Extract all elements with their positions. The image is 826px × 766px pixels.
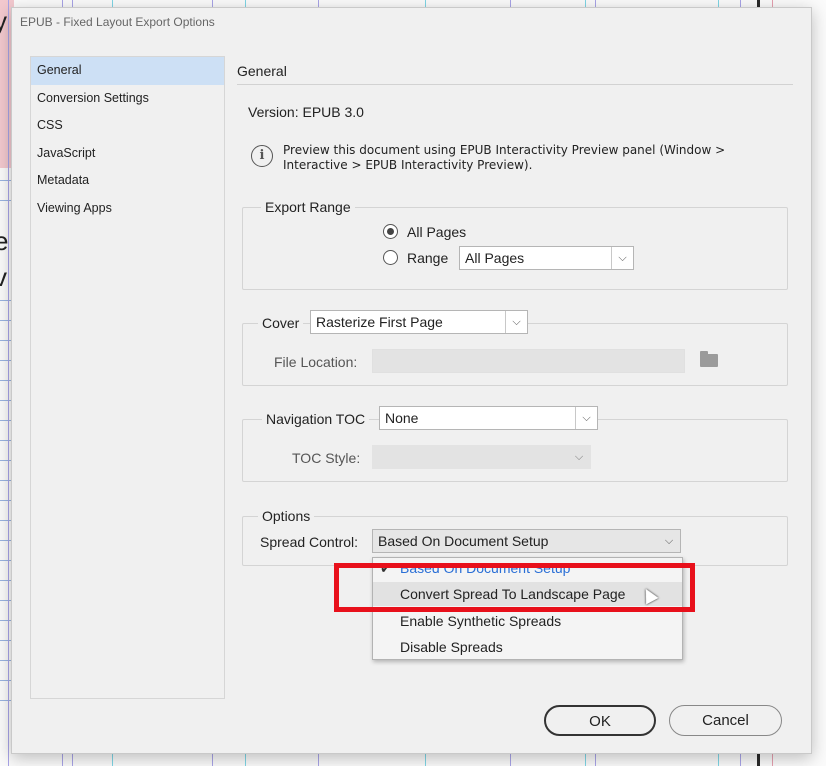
info-text: Preview this document using EPUB Interac… <box>283 143 726 172</box>
all-pages-label: All Pages <box>407 224 467 240</box>
dropdown-item-disable-spreads[interactable]: Disable Spreads <box>373 635 682 659</box>
info-icon: i <box>251 145 273 167</box>
spread-control-select-value: Based On Document Setup <box>378 533 549 549</box>
file-location-label: File Location: <box>274 354 358 370</box>
cover-select[interactable]: Rasterize First Page ⌵ <box>310 310 528 334</box>
window-title: EPUB - Fixed Layout Export Options <box>20 15 215 29</box>
toc-style-label: TOC Style: <box>292 450 361 466</box>
divider <box>237 84 793 85</box>
folder-icon <box>700 351 718 367</box>
background-text: y <box>0 6 7 36</box>
chevron-down-icon: ⌵ <box>505 311 527 333</box>
section-title: General <box>237 63 287 79</box>
cover-label: Cover <box>258 315 304 331</box>
chevron-down-icon: ⌵ <box>611 247 633 269</box>
dropdown-item-label: Enable Synthetic Spreads <box>400 613 562 629</box>
version-text: Version: EPUB 3.0 <box>248 104 364 120</box>
dropdown-item-label: Disable Spreads <box>400 639 503 655</box>
sidebar-item-viewing-apps[interactable]: Viewing Apps <box>31 195 224 223</box>
sidebar-item-conversion-settings[interactable]: Conversion Settings <box>31 85 224 113</box>
cancel-button[interactable]: Cancel <box>669 705 782 736</box>
spread-control-select[interactable]: Based On Document Setup ⌵ <box>372 529 681 553</box>
navigation-toc-select[interactable]: None ⌵ <box>379 406 598 430</box>
toc-style-select: ⌵ <box>372 445 591 469</box>
spread-control-label: Spread Control: <box>260 534 359 550</box>
range-label: Range <box>407 250 449 266</box>
ok-button[interactable]: OK <box>544 705 656 736</box>
sidebar: General Conversion Settings CSS JavaScri… <box>30 56 225 699</box>
dropdown-item-enable-synthetic-spreads[interactable]: Enable Synthetic Spreads <box>373 609 682 633</box>
range-radio[interactable] <box>383 250 398 265</box>
sidebar-item-metadata[interactable]: Metadata <box>31 167 224 195</box>
sidebar-item-javascript[interactable]: JavaScript <box>31 140 224 168</box>
chevron-down-icon: ⌵ <box>575 407 597 429</box>
chevron-down-icon: ⌵ <box>574 451 584 463</box>
guide-line <box>8 0 9 766</box>
range-select-value: All Pages <box>465 250 525 266</box>
export-options-dialog: EPUB - Fixed Layout Export Options Gener… <box>11 7 812 754</box>
navigation-toc-select-value: None <box>385 410 419 426</box>
options-label: Options <box>258 508 315 524</box>
title-bar[interactable]: EPUB - Fixed Layout Export Options <box>12 8 811 38</box>
highlight-annotation-box <box>334 563 695 612</box>
chevron-down-icon: ⌵ <box>664 535 674 547</box>
cover-select-value: Rasterize First Page <box>316 314 443 330</box>
range-select[interactable]: All Pages ⌵ <box>459 246 634 270</box>
export-range-label: Export Range <box>261 199 355 215</box>
all-pages-radio[interactable] <box>383 224 398 239</box>
background-text: v <box>0 262 7 292</box>
navigation-toc-label: Navigation TOC <box>262 411 370 427</box>
sidebar-item-css[interactable]: CSS <box>31 112 224 140</box>
file-location-field <box>372 349 685 373</box>
sidebar-item-general[interactable]: General <box>31 57 224 85</box>
